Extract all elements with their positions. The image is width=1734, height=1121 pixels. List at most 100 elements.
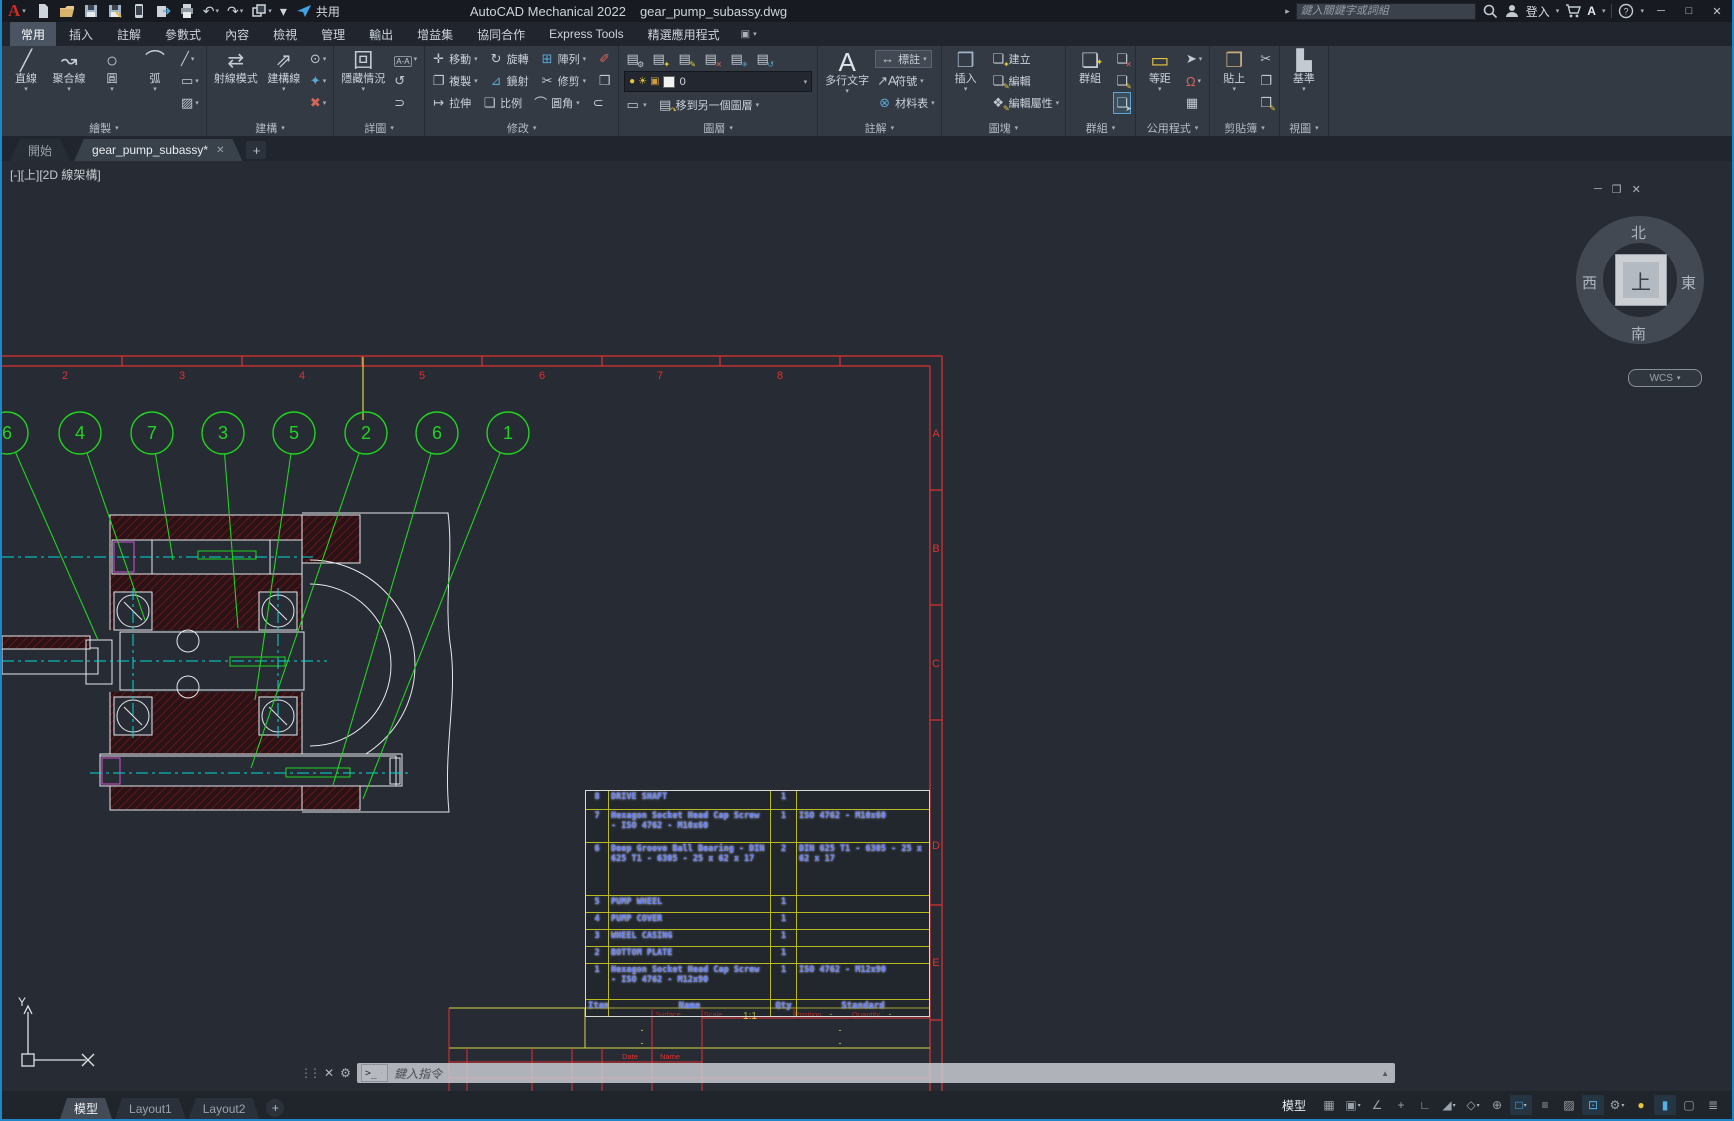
file-tab-start[interactable]: 開始 — [10, 139, 70, 161]
osnap-toggle[interactable]: □▾ — [1510, 1095, 1532, 1115]
measure-button[interactable]: ▭等距▾ — [1141, 48, 1179, 94]
layout-tab-模型[interactable]: 模型 — [60, 1098, 112, 1119]
share-button[interactable]: 共用 — [296, 3, 340, 20]
paste-special-button[interactable]: ❒✎ — [1258, 93, 1274, 113]
doc-minimize-button[interactable]: ─ — [1594, 183, 1602, 196]
status-model-button[interactable]: 模型 — [1282, 1097, 1306, 1114]
paste-button[interactable]: ❒貼上▾ — [1215, 48, 1253, 94]
search-icon[interactable] — [1482, 3, 1498, 19]
cut-button[interactable]: ✂ — [1258, 49, 1274, 69]
construction-points-button[interactable]: ✦▾ — [308, 71, 328, 91]
viewcube-top-face[interactable]: 上 — [1615, 254, 1667, 306]
panel-label-群組[interactable]: 群組▾ — [1071, 120, 1130, 136]
insert-block-button[interactable]: ❒插入▾ — [947, 48, 985, 94]
wcs-selector[interactable]: WCS▾ — [1628, 369, 1702, 387]
quick-select-button[interactable]: ➤▾ — [1184, 49, 1204, 69]
layout-tab-Layout2[interactable]: Layout2 — [189, 1098, 260, 1119]
isolate-objects-button[interactable]: ● — [1630, 1095, 1652, 1115]
fillet-button[interactable]: ⌒圓角▾ — [532, 93, 581, 112]
workspace-switch-menu[interactable]: ⚙▾ — [1606, 1095, 1628, 1115]
maximize-button[interactable]: □ — [1678, 5, 1700, 17]
panel-label-建構[interactable]: 建構▾ — [212, 120, 328, 136]
ortho-toggle[interactable]: ∟ — [1414, 1095, 1436, 1115]
new-file-button[interactable] — [32, 1, 54, 21]
array-button[interactable]: ⊞陣列▾ — [539, 51, 588, 67]
sign-in-button[interactable]: 登入 — [1526, 3, 1550, 20]
export-button[interactable] — [152, 1, 174, 21]
save-as-button[interactable] — [104, 1, 126, 21]
doc-restore-button[interactable]: ❐ — [1612, 183, 1622, 196]
layer-edit-button[interactable]: ▤✎ — [676, 51, 693, 67]
ribbon-tab-輸出[interactable]: 輸出 — [358, 22, 404, 46]
panel-label-修改[interactable]: 修改▾ — [430, 120, 613, 136]
section-line-button[interactable]: A-A▾ — [392, 49, 419, 69]
snap-toggle[interactable]: ▣▾ — [1342, 1095, 1364, 1115]
ribbon-tab-協同合作[interactable]: 協同合作 — [466, 22, 536, 46]
stretch-button[interactable]: ↦拉伸 — [430, 95, 472, 111]
chevron-down-icon[interactable]: ▾ — [1602, 7, 1606, 15]
panel-label-詳圖[interactable]: 詳圖▾ — [339, 120, 419, 136]
trim-button[interactable]: ✂修剪▾ — [539, 73, 588, 89]
ray-mode-button[interactable]: ⇄射線模式 — [212, 48, 260, 86]
move-to-layer-button[interactable]: ▤↷移到另一個圖層▾ — [657, 97, 761, 113]
lineweight-toggle[interactable]: ≡ — [1534, 1095, 1556, 1115]
plot-button[interactable] — [176, 1, 198, 21]
layer-select-combo[interactable]: ●☀▣0▾ — [624, 71, 812, 92]
search-input[interactable] — [1296, 3, 1476, 20]
viewcube-south[interactable]: 南 — [1631, 323, 1646, 344]
panel-label-公用程式[interactable]: 公用程式▾ — [1141, 120, 1204, 136]
center-mark-button[interactable]: ⊙▾ — [308, 49, 328, 69]
command-input[interactable]: >_▾ 鍵入指令 ▲ — [357, 1063, 1395, 1083]
close-button[interactable]: ✕ — [1706, 5, 1728, 18]
polyline-button[interactable]: ↝聚合線▾ — [50, 48, 88, 94]
chevron-down-icon[interactable]: ▾ — [1640, 7, 1644, 15]
explode-button[interactable]: ❒ — [596, 73, 613, 89]
open-from-mobile-button[interactable] — [128, 1, 150, 21]
grid-toggle[interactable]: ▦ — [1318, 1095, 1340, 1115]
selection-cycling-toggle[interactable]: ⊡ — [1582, 1095, 1604, 1115]
viewport-controls[interactable]: [-][上][2D 線架構] — [10, 166, 101, 183]
line-button[interactable]: ╱直線▾ — [7, 48, 45, 94]
polar-tracking-toggle[interactable]: ◢▾ — [1438, 1095, 1460, 1115]
switch-windows-button[interactable]: ▾ — [248, 1, 275, 21]
layer-state-button[interactable]: ▤✦ — [650, 51, 667, 67]
layer-properties-button[interactable]: ▤⚙ — [624, 51, 641, 67]
drawing-canvas[interactable]: 64735261 2345678ABCDE SurfaceScale1:1Pos… — [2, 161, 1732, 1091]
viewcube-east[interactable]: 東 — [1681, 272, 1696, 293]
layer-restore-button[interactable]: ▤↺ — [754, 51, 771, 67]
panel-label-註解[interactable]: 註解▾ — [823, 120, 936, 136]
app-store-cart-icon[interactable] — [1565, 3, 1581, 19]
erase-button[interactable]: ✐ — [596, 51, 613, 67]
command-close-icon[interactable]: ✕ — [324, 1066, 334, 1080]
layer-freeze-button[interactable]: ▤✳ — [728, 51, 745, 67]
group-edit-button[interactable]: ❏✎ — [1114, 71, 1130, 91]
panel-label-圖塊[interactable]: 圖塊▾ — [947, 120, 1061, 136]
viewcube-north[interactable]: 北 — [1631, 222, 1646, 243]
dynamic-input-toggle[interactable]: + — [1390, 1095, 1412, 1115]
redo-button[interactable]: ↷▾ — [224, 1, 246, 21]
new-layout-button[interactable]: + — [266, 1099, 284, 1117]
calculator-button[interactable]: ▦ — [1184, 93, 1204, 113]
clean-screen-toggle[interactable]: ▢ — [1678, 1095, 1700, 1115]
ribbon-tab-精選應用程式[interactable]: 精選應用程式 — [637, 22, 731, 46]
copy-clip-button[interactable]: ❐ — [1258, 71, 1274, 91]
mtext-button[interactable]: A多行文字▾ — [823, 48, 871, 96]
infer-constraints-toggle[interactable]: ∠ — [1366, 1095, 1388, 1115]
dimension-button[interactable]: ↔標註▾ — [876, 51, 931, 67]
ungroup-button[interactable]: ❏✕ — [1114, 49, 1130, 69]
construction-line-tool-button[interactable]: ╱▾ — [179, 49, 201, 69]
ribbon-tab-檢視[interactable]: 檢視 — [262, 22, 308, 46]
minimize-button[interactable]: ─ — [1650, 5, 1672, 17]
command-wrench-icon[interactable]: ⚙ — [340, 1066, 351, 1080]
viewcube-west[interactable]: 西 — [1582, 272, 1597, 293]
mirror-button[interactable]: ⊿鏡射 — [488, 73, 530, 89]
ribbon-tab-內容[interactable]: 內容 — [214, 22, 260, 46]
command-scroll-up-icon[interactable]: ▲ — [1381, 1069, 1391, 1078]
ribbon-tab-註解[interactable]: 註解 — [106, 22, 152, 46]
hatch-tool-button[interactable]: ▨▾ — [179, 93, 201, 113]
quick-calc-button[interactable]: Ω▾ — [1184, 71, 1204, 91]
help-icon[interactable]: ? — [1618, 3, 1634, 19]
erase-construction-button[interactable]: ✖▾ — [308, 93, 328, 113]
create-block-button[interactable]: ❏✦建立 — [990, 51, 1032, 67]
edit-block-button[interactable]: ❏✎編輯 — [990, 73, 1032, 89]
